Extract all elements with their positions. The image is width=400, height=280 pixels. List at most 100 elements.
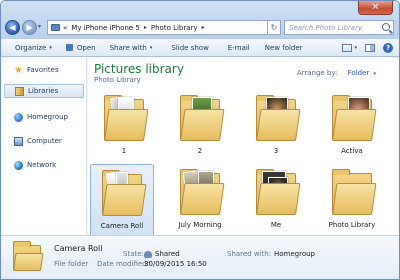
chevron-down-icon: ▾	[354, 45, 357, 51]
email-button[interactable]: E-mail	[228, 44, 250, 52]
slide-show-button[interactable]: Slide show	[171, 44, 208, 52]
preview-pane-icon[interactable]	[365, 44, 375, 52]
folder-item[interactable]: July Morning	[168, 164, 232, 238]
folder-icon	[328, 93, 377, 143]
state-label: State:	[123, 250, 144, 258]
folder-item[interactable]: Me	[244, 164, 308, 238]
open-label: Open	[76, 43, 96, 52]
organize-button[interactable]: Organize ▾	[15, 44, 52, 52]
computer-icon	[14, 136, 23, 146]
breadcrumb-photo-library[interactable]: Photo Library	[151, 24, 198, 32]
search-input[interactable]: Search Photo Library	[284, 20, 394, 35]
people-icon	[144, 250, 152, 258]
chevron-down-icon[interactable]: ▾	[373, 71, 376, 77]
sidebar-item-computer[interactable]: Computer	[4, 134, 84, 148]
folder-item[interactable]: Camera Roll	[90, 164, 154, 238]
arrange-by: Arrange by: Folder ▾	[297, 69, 376, 77]
chevron-down-icon: ▾	[49, 44, 52, 51]
address-bar[interactable]: « My iPhone iPhone 5 ▸ Photo Library ▸ ▾	[47, 20, 279, 35]
change-view-button[interactable]: ▾	[342, 44, 357, 52]
arrange-by-dropdown[interactable]: Folder	[348, 69, 370, 77]
chevron-right-icon[interactable]: ▸	[202, 24, 205, 31]
details-name: Camera Roll	[54, 244, 103, 253]
sidebar-item-label: Libraries	[28, 87, 59, 95]
shared-with-label: Shared with:	[227, 250, 272, 258]
sidebar-item-network[interactable]: Network	[4, 158, 84, 172]
share-with-button[interactable]: Share with ▾	[110, 44, 153, 52]
slide-show-label: Slide show	[171, 43, 209, 52]
refresh-button[interactable]: ↻	[267, 20, 281, 35]
folder-icon	[252, 167, 301, 217]
sidebar-item-homegroup[interactable]: Homegroup	[4, 110, 84, 124]
folder-icon	[100, 93, 149, 143]
explorer-window: ✕ ◀ ▶ ▾ « My iPhone iPhone 5 ▸ Photo Lib…	[0, 0, 400, 280]
email-label: E-mail	[227, 43, 250, 52]
folder-name: 3	[273, 147, 279, 155]
details-type: File folder	[54, 260, 89, 268]
recent-pages-dropdown[interactable]: ▾	[38, 23, 41, 30]
toolbar-right: ▾ ?	[342, 43, 393, 53]
folder-name: Camera Roll	[100, 222, 144, 230]
folder-item[interactable]: 1	[92, 90, 156, 164]
breadcrumb-device[interactable]: My iPhone iPhone 5	[71, 24, 140, 32]
folder-icon	[328, 167, 377, 217]
date-modified-label: Date modified:	[97, 260, 149, 268]
back-arrow-icon: ◀	[9, 23, 16, 32]
search-icon[interactable]	[382, 23, 390, 31]
help-icon[interactable]: ?	[383, 43, 393, 53]
new-folder-button[interactable]: New folder	[265, 44, 303, 52]
folder-name: 2	[197, 147, 203, 155]
chevron-right-icon[interactable]: ▸	[144, 24, 147, 31]
folder-name: Me	[270, 221, 282, 229]
folder-item[interactable]: 3	[244, 90, 308, 164]
folder-item[interactable]: Activa	[320, 90, 384, 164]
folder-name: 1	[121, 147, 127, 155]
open-button[interactable]: Open	[65, 43, 96, 52]
libraries-icon	[15, 86, 24, 96]
search-placeholder: Search Photo Library	[289, 23, 363, 32]
command-bar: Organize ▾ Open Share with ▾ Slide show …	[1, 38, 399, 57]
folder-item[interactable]: 2	[168, 90, 232, 164]
star-icon: ★	[14, 64, 23, 76]
organize-label: Organize	[15, 43, 47, 52]
sidebar-item-libraries[interactable]: Libraries	[4, 84, 84, 98]
date-modified-value: 30/09/2015 16:50	[144, 260, 207, 268]
folder-icon	[252, 93, 301, 143]
folder-name: Photo Library	[328, 221, 376, 229]
back-button[interactable]: ◀	[5, 20, 20, 35]
folder-icon	[176, 93, 225, 143]
library-subtitle: Photo Library	[94, 76, 141, 84]
sidebar-item-label: Favorites	[27, 66, 59, 74]
open-icon	[65, 44, 73, 51]
shared-with-value: Homegroup	[274, 250, 316, 258]
close-icon: ✕	[371, 2, 380, 13]
close-button[interactable]: ✕	[358, 1, 393, 15]
refresh-icon: ↻	[270, 23, 278, 32]
sidebar-item-label: Computer	[27, 137, 62, 145]
sidebar-item-label: Network	[27, 161, 57, 169]
details-pane: Camera Roll File folder State: Shared Sh…	[1, 235, 399, 279]
chevron-down-icon: ▾	[149, 44, 153, 51]
library-title: Pictures library	[94, 62, 184, 76]
forward-arrow-icon: ▶	[26, 23, 33, 32]
folder-icon	[13, 241, 44, 272]
address-overflow[interactable]: «	[63, 24, 67, 32]
folder-icon	[98, 168, 147, 218]
sidebar-item-favorites[interactable]: ★ Favorites	[4, 63, 84, 77]
arrange-by-label: Arrange by:	[296, 69, 338, 77]
file-list: Pictures library Photo Library Arrange b…	[88, 58, 399, 238]
forward-button[interactable]: ▶	[22, 20, 37, 35]
title-bar: ✕ ◀ ▶ ▾ « My iPhone iPhone 5 ▸ Photo Lib…	[1, 1, 399, 38]
device-icon	[51, 24, 60, 31]
folder-name: Activa	[341, 147, 363, 155]
state-value: Shared	[144, 250, 180, 258]
state-value-text: Shared	[155, 250, 180, 258]
new-folder-label: New folder	[264, 43, 303, 52]
share-with-label: Share with	[109, 43, 147, 52]
network-icon	[14, 160, 23, 170]
folder-item[interactable]: Photo Library	[320, 164, 384, 238]
view-icon	[342, 44, 353, 52]
homegroup-icon	[14, 112, 23, 122]
sidebar-item-label: Homegroup	[27, 113, 69, 121]
navigation-pane: ★ Favorites Libraries Homegroup Computer…	[1, 58, 87, 235]
